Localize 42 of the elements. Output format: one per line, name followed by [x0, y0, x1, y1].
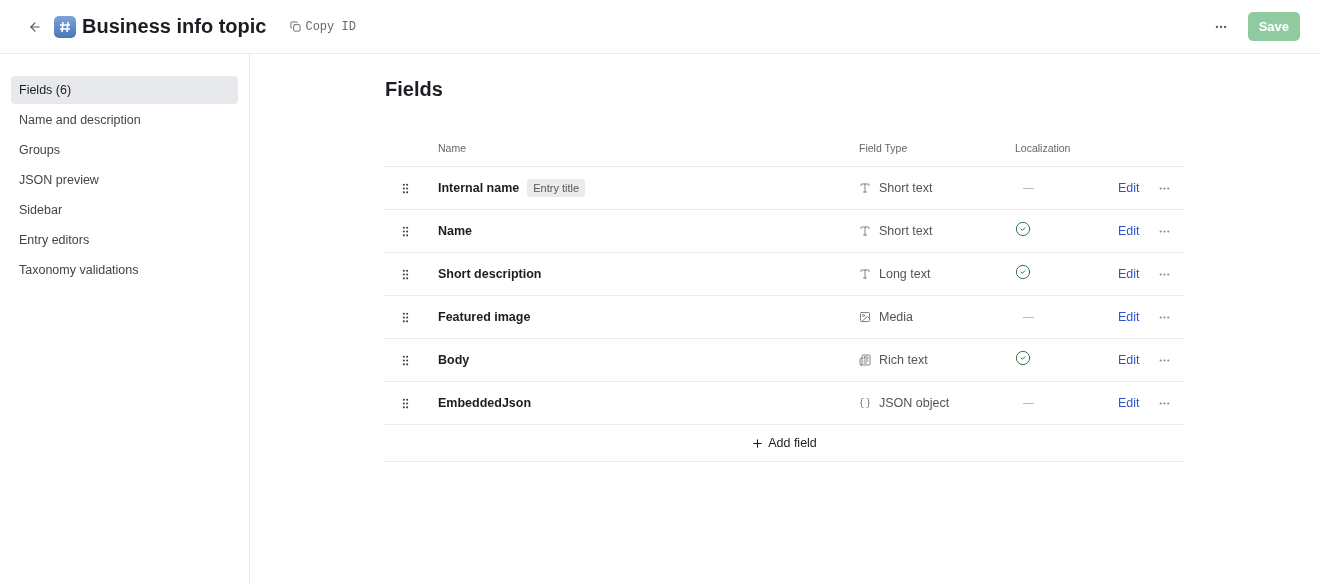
add-field-button[interactable]: Add field — [384, 425, 1184, 462]
sidebar-item[interactable]: Sidebar — [11, 196, 238, 224]
edit-link[interactable]: Edit — [1118, 267, 1158, 281]
field-name: Featured image — [438, 310, 531, 324]
field-type: Rich text — [879, 353, 928, 367]
hash-icon — [54, 15, 76, 38]
field-name: Internal name — [438, 181, 520, 195]
braces-icon — [859, 397, 871, 409]
copy-id-button[interactable]: Copy ID — [288, 17, 358, 36]
field-name: EmbeddedJson — [438, 396, 532, 410]
field-name: Short description — [438, 267, 542, 281]
text-type-icon — [859, 182, 871, 194]
field-type: Short text — [879, 224, 933, 238]
column-header: Name — [438, 141, 467, 154]
edit-link[interactable]: Edit — [1118, 353, 1158, 367]
rich-text-icon — [859, 354, 871, 366]
image-icon — [859, 311, 871, 323]
field-type: Long text — [879, 267, 931, 281]
edit-link[interactable]: Edit — [1118, 181, 1158, 195]
text-type-icon — [859, 268, 871, 280]
field-name: Name — [438, 224, 473, 238]
edit-link[interactable]: Edit — [1118, 224, 1158, 238]
column-header: Field Type — [859, 141, 909, 154]
copy-icon — [290, 21, 302, 32]
sidebar-item[interactable]: JSON preview — [11, 166, 238, 194]
sidebar-item[interactable]: Entry editors — [11, 226, 238, 254]
column-header: Localization — [1015, 141, 1072, 154]
sidebar-item[interactable]: Groups — [11, 136, 238, 164]
field-type: Short text — [879, 181, 933, 195]
text-type-icon — [859, 225, 871, 237]
sidebar-item[interactable]: Taxonomy validations — [11, 256, 238, 284]
section-heading: Fields — [385, 78, 444, 101]
page-title: Business info topic — [82, 15, 267, 38]
field-name: Body — [438, 353, 470, 367]
edit-link[interactable]: Edit — [1118, 396, 1158, 410]
sidebar-item[interactable]: Fields (6) — [11, 76, 238, 104]
entry-title-badge: Entry title — [527, 179, 586, 197]
plus-icon — [751, 436, 765, 450]
field-type: JSON object — [879, 396, 950, 410]
edit-link[interactable]: Edit — [1118, 310, 1158, 324]
field-type: Media — [879, 310, 914, 324]
sidebar-item[interactable]: Name and description — [11, 106, 238, 134]
